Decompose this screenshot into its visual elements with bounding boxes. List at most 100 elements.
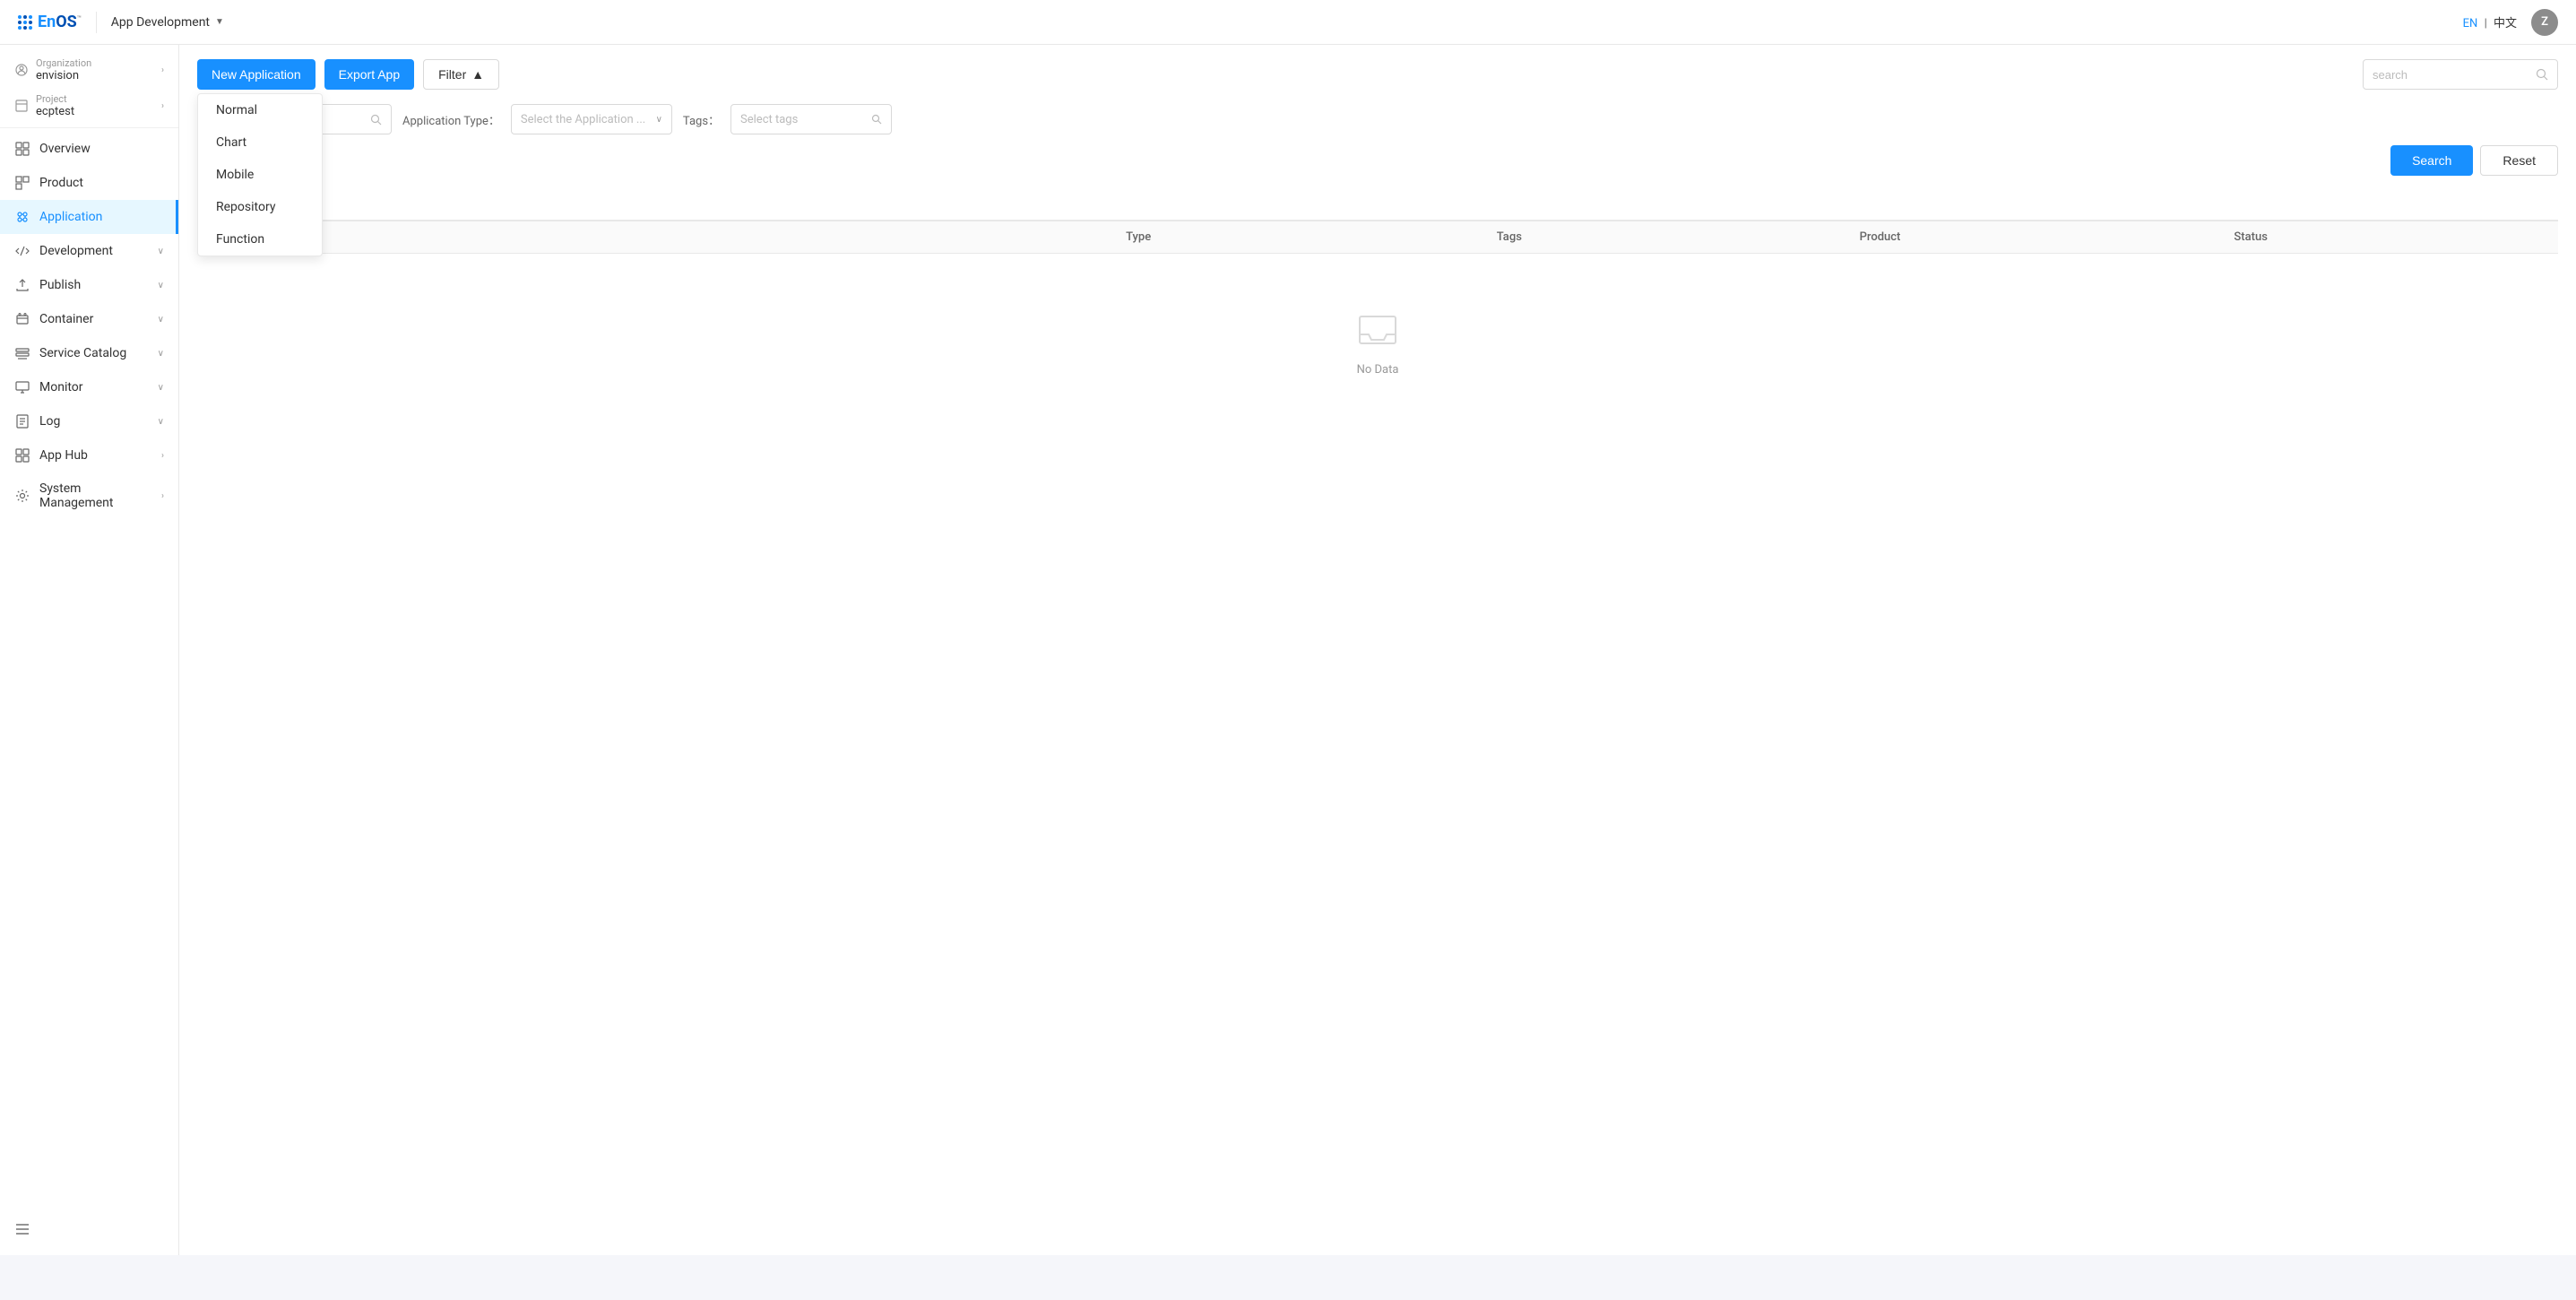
chevron-down-icon: ∨ bbox=[158, 383, 164, 393]
filter-button[interactable]: Filter ▲ bbox=[423, 59, 499, 90]
log-icon bbox=[14, 413, 30, 429]
logo-dot bbox=[23, 26, 27, 30]
search-button[interactable]: Search bbox=[2390, 145, 2473, 176]
logo-dot bbox=[29, 21, 32, 24]
sidebar-label-application: Application bbox=[39, 210, 161, 224]
project-icon bbox=[14, 99, 29, 113]
col-header-type: Type bbox=[953, 230, 1324, 244]
sidebar-label-app-hub: App Hub bbox=[39, 448, 152, 463]
tags-select-text: Select tags bbox=[740, 113, 866, 126]
lang-en[interactable]: EN bbox=[2463, 17, 2478, 30]
project-selector[interactable]: Project ecptest › bbox=[0, 88, 178, 124]
org-icon bbox=[14, 63, 29, 77]
search-box[interactable] bbox=[2363, 59, 2558, 90]
empty-state: No Data bbox=[197, 254, 2558, 430]
sidebar-item-monitor[interactable]: Monitor ∨ bbox=[0, 370, 178, 404]
sidebar-label-log: Log bbox=[39, 414, 149, 429]
sidebar-item-container[interactable]: Container ∨ bbox=[0, 302, 178, 336]
monitor-icon bbox=[14, 379, 30, 395]
sidebar-item-overview[interactable]: Overview bbox=[0, 132, 178, 166]
export-app-button[interactable]: Export App bbox=[324, 59, 415, 90]
org-label: Organization bbox=[36, 57, 154, 69]
sidebar-item-development[interactable]: Development ∨ bbox=[0, 234, 178, 268]
lang-zh[interactable]: 中文 bbox=[2494, 17, 2517, 30]
toolbar: New Application Normal Chart Mobile Repo… bbox=[197, 59, 2558, 90]
col-header-product: Product bbox=[1695, 230, 2066, 244]
development-icon bbox=[14, 243, 30, 259]
chevron-down-icon: ∨ bbox=[158, 315, 164, 325]
dropdown-item-normal[interactable]: Normal bbox=[198, 94, 322, 126]
sidebar-item-app-hub[interactable]: App Hub › bbox=[0, 438, 178, 472]
main-content: New Application Normal Chart Mobile Repo… bbox=[179, 45, 2576, 1255]
col-header-actions bbox=[2436, 230, 2544, 244]
org-text: Organization envision bbox=[36, 57, 154, 82]
new-app-wrapper: New Application Normal Chart Mobile Repo… bbox=[197, 59, 316, 90]
publish-icon bbox=[14, 277, 30, 293]
logo-dot bbox=[18, 26, 22, 30]
header-right: EN | 中文 Z bbox=[2463, 9, 2558, 36]
sidebar-item-publish[interactable]: Publish ∨ bbox=[0, 268, 178, 302]
app-header: EnOS™ App Development ▼ EN | 中文 Z bbox=[0, 0, 2576, 45]
chevron-right-icon: › bbox=[161, 451, 164, 461]
empty-inbox-icon bbox=[1355, 308, 1400, 352]
nav-divider bbox=[96, 12, 97, 33]
logo: EnOS™ bbox=[18, 13, 82, 31]
logo-dot bbox=[18, 15, 22, 19]
filter-label: Filter bbox=[438, 67, 466, 82]
chevron-down-icon: ∨ bbox=[158, 349, 164, 359]
empty-text: No Data bbox=[1357, 363, 1399, 377]
reset-button[interactable]: Reset bbox=[2480, 145, 2558, 176]
sidebar-item-log[interactable]: Log ∨ bbox=[0, 404, 178, 438]
sidebar-label-system-management: System Management bbox=[39, 481, 152, 510]
chevron-right-icon: › bbox=[161, 65, 164, 75]
product-icon bbox=[14, 175, 30, 191]
org-selector[interactable]: Organization envision › bbox=[0, 52, 178, 88]
new-application-button[interactable]: New Application bbox=[197, 59, 316, 90]
dropdown-item-repository[interactable]: Repository bbox=[198, 191, 322, 223]
dropdown-item-function[interactable]: Function bbox=[198, 223, 322, 256]
sidebar: Organization envision › Project ecptest … bbox=[0, 45, 179, 1255]
app-type-label: Application Type： bbox=[402, 111, 500, 128]
main-layout: Organization envision › Project ecptest … bbox=[0, 45, 2576, 1255]
logo-dot bbox=[18, 21, 22, 24]
project-label: Project bbox=[36, 93, 154, 105]
filter-toggle-icon: ▲ bbox=[471, 67, 484, 82]
sidebar-bottom-icon[interactable] bbox=[14, 1221, 30, 1241]
tab-bar: All Applications bbox=[197, 190, 2558, 221]
system-management-icon bbox=[14, 488, 30, 504]
chevron-down-icon: ▼ bbox=[215, 17, 224, 27]
project-value: ecptest bbox=[36, 105, 154, 118]
sidebar-item-product[interactable]: Product bbox=[0, 166, 178, 200]
sidebar-item-system-management[interactable]: System Management › bbox=[0, 472, 178, 519]
col-header-name bbox=[212, 230, 953, 244]
search-input[interactable] bbox=[2373, 68, 2530, 82]
sidebar-label-product: Product bbox=[39, 176, 164, 190]
sidebar-label-publish: Publish bbox=[39, 278, 149, 292]
sidebar-item-service-catalog[interactable]: Service Catalog ∨ bbox=[0, 336, 178, 370]
col-header-status: Status bbox=[2065, 230, 2436, 244]
app-type-select[interactable]: Select the Application ... ∨ bbox=[511, 104, 672, 134]
chevron-right-icon: › bbox=[161, 101, 164, 111]
dropdown-item-chart[interactable]: Chart bbox=[198, 126, 322, 159]
application-icon bbox=[14, 209, 30, 225]
tags-label: Tags： bbox=[683, 111, 720, 128]
overview-icon bbox=[14, 141, 30, 157]
sidebar-label-overview: Overview bbox=[39, 142, 164, 156]
logo-dot bbox=[23, 21, 27, 24]
user-avatar[interactable]: Z bbox=[2531, 9, 2558, 36]
search-icon bbox=[370, 114, 382, 126]
tags-select[interactable]: Select tags bbox=[730, 104, 892, 134]
filter-actions: Search Reset bbox=[2390, 145, 2558, 176]
sidebar-label-development: Development bbox=[39, 244, 149, 258]
app-selector[interactable]: App Development ▼ bbox=[111, 15, 224, 30]
dropdown-item-mobile[interactable]: Mobile bbox=[198, 159, 322, 191]
chevron-down-icon: ∨ bbox=[656, 115, 662, 125]
sidebar-item-application[interactable]: Application bbox=[0, 200, 178, 234]
logo-dot bbox=[29, 15, 32, 19]
lang-switch[interactable]: EN | 中文 bbox=[2463, 13, 2517, 30]
app-selector-label: App Development bbox=[111, 15, 210, 30]
sidebar-divider bbox=[0, 127, 178, 128]
sidebar-label-container: Container bbox=[39, 312, 149, 326]
sidebar-label-monitor: Monitor bbox=[39, 380, 149, 394]
logo-dot bbox=[29, 26, 32, 30]
